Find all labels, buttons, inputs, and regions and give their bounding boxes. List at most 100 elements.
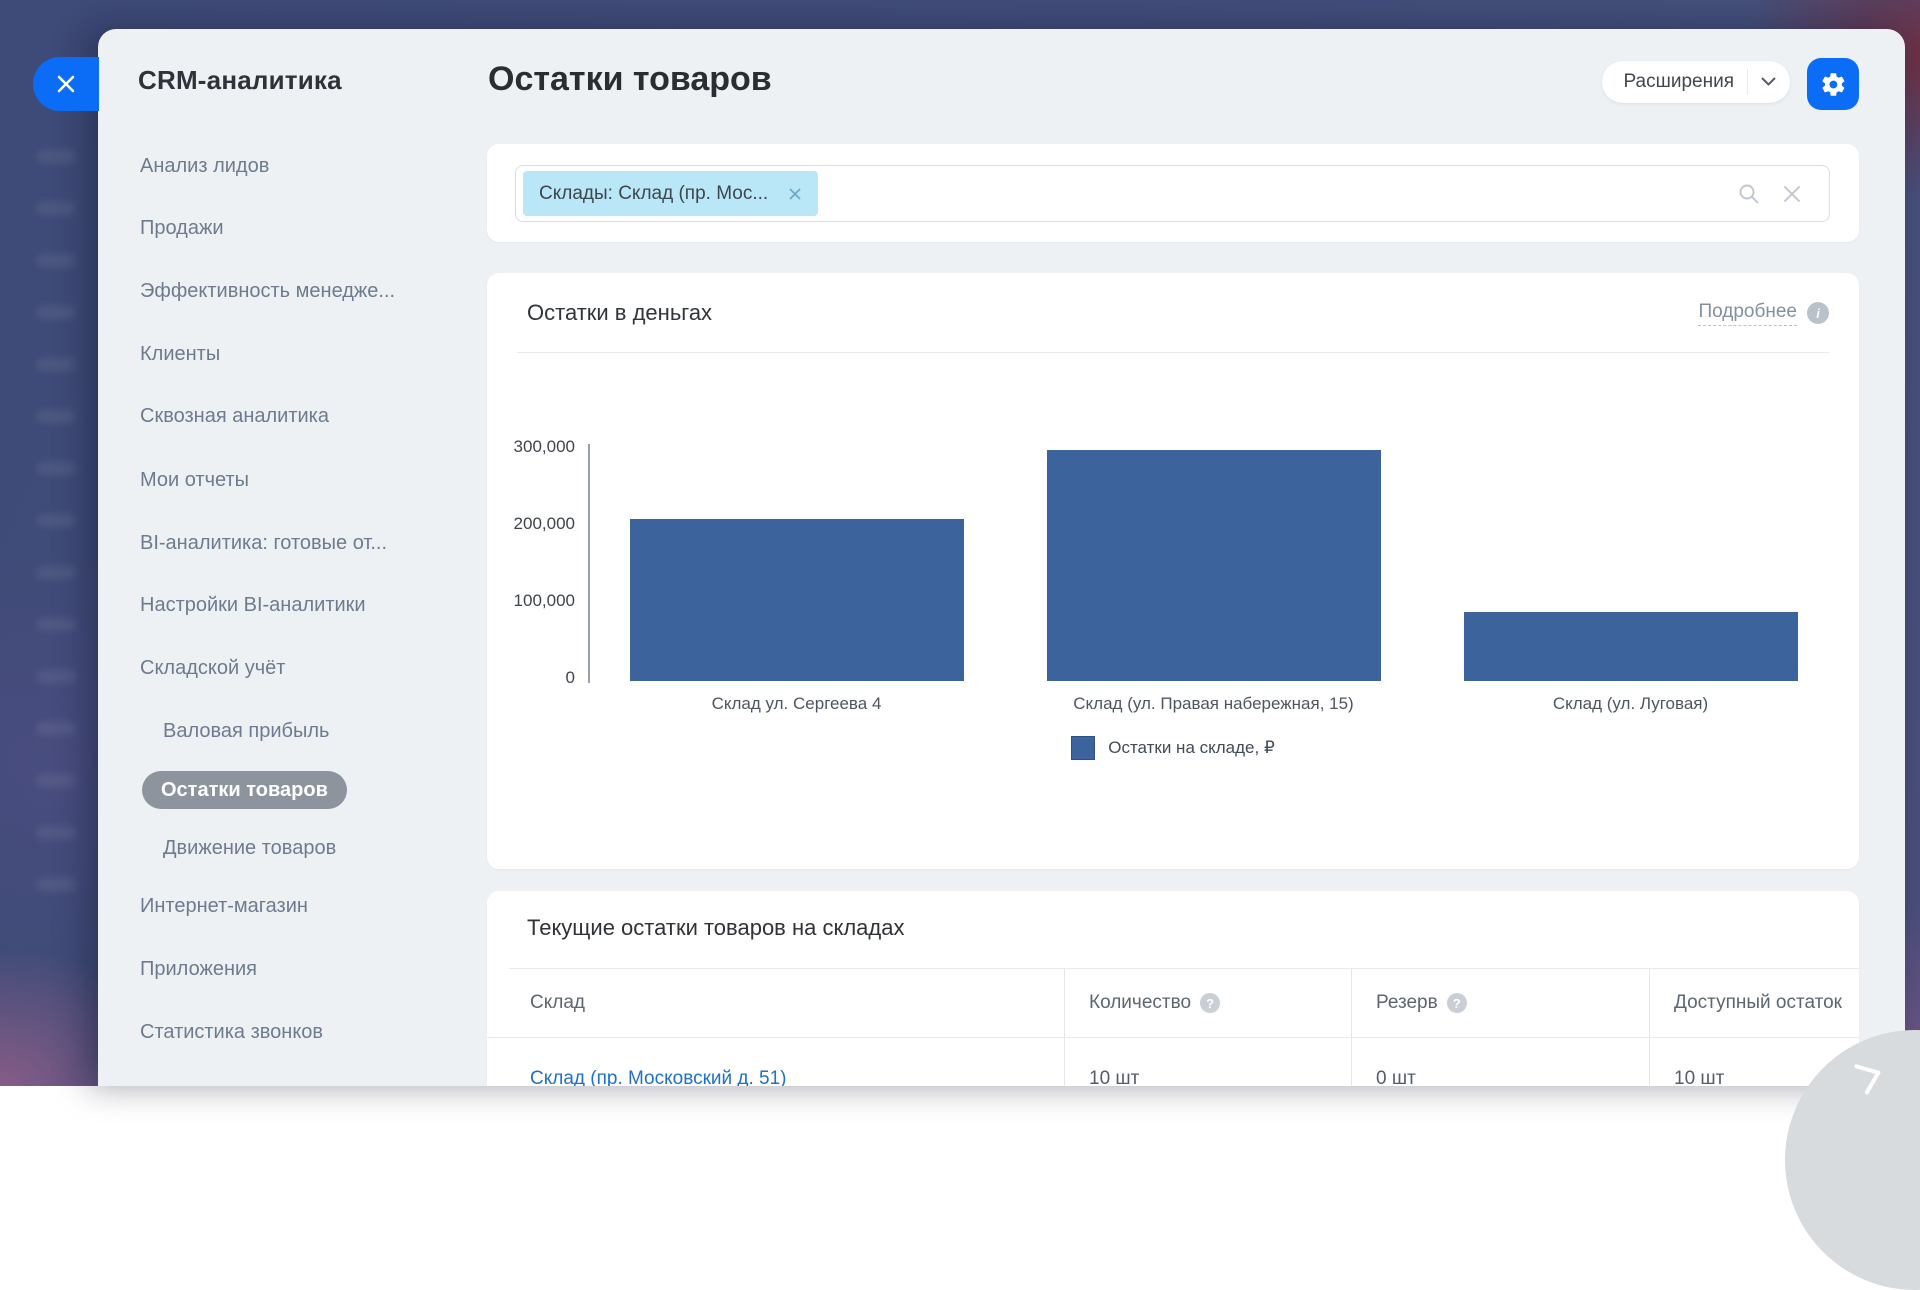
background-blur-blob xyxy=(36,826,76,839)
sidebar-item-label: Продажи xyxy=(140,217,224,240)
bar-chart: 300,000200,000100,0000Склад ул. Сергеева… xyxy=(487,352,1859,869)
sidebar-item-label: Интернет-магазин xyxy=(140,895,308,918)
sidebar-item-мои-отчеты[interactable]: Мои отчеты xyxy=(98,449,443,511)
money-balance-chart-card: Остатки в деньгах Подробнее i 300,000 200… xyxy=(487,273,1859,869)
background-blur-blob xyxy=(36,150,76,163)
legend-swatch xyxy=(1071,736,1095,760)
sidebar-item-label: Валовая прибыль xyxy=(163,720,329,743)
extensions-button-label: Расширения xyxy=(1624,71,1735,93)
remove-tag-icon[interactable] xyxy=(788,187,802,201)
chevron-down-icon xyxy=(1761,77,1776,87)
background-blur-blob xyxy=(36,202,76,215)
info-icon[interactable]: i xyxy=(1807,302,1829,324)
sidebar-item-bi-аналитика-готовые-от-[interactable]: BI-аналитика: готовые от... xyxy=(98,512,443,574)
stock-table: Склад Количество ? Резерв ? Доступный ос… xyxy=(487,969,1859,1086)
sidebar-item-label: Статистика звонков xyxy=(140,1021,323,1044)
chart-card-title: Остатки в деньгах xyxy=(527,300,712,326)
table-row-reserve-cell: 0 шт xyxy=(1352,1038,1650,1086)
background-blur-blob xyxy=(36,306,76,319)
sidebar-item-label: Мои отчеты xyxy=(140,469,249,492)
sidebar-item-label: BI-аналитика: готовые от... xyxy=(140,532,387,555)
help-icon[interactable]: ? xyxy=(1447,993,1467,1013)
crm-analytics-panel: CRM-аналитика Анализ лидовПродажиЭффекти… xyxy=(98,29,1905,1086)
background-blur-blob xyxy=(36,670,76,683)
bar-3 xyxy=(1464,612,1798,681)
sidebar-item-продажи[interactable]: Продажи xyxy=(98,197,443,259)
sidebar-item-клиенты[interactable]: Клиенты xyxy=(98,323,443,385)
category-label: Склад (ул. Правая набережная, 15) xyxy=(1005,693,1422,723)
current-stock-table-card: Текущие остатки товаров на складах Склад… xyxy=(487,891,1859,1086)
extensions-button[interactable]: Расширения xyxy=(1602,61,1791,103)
column-header-quantity: Количество ? xyxy=(1065,969,1352,1038)
y-axis-tick: 100,000 xyxy=(487,589,575,613)
sidebar-item-label: Клиенты xyxy=(140,343,220,366)
button-divider xyxy=(1747,69,1748,95)
background-blur-blob xyxy=(36,254,76,267)
background-blur-blob xyxy=(36,774,76,787)
filter-search-field[interactable]: Склады: Склад (пр. Мос... xyxy=(515,165,1830,222)
sidebar-item-анализ-лидов[interactable]: Анализ лидов xyxy=(98,135,443,197)
chart-legend: Остатки на складе, ₽ xyxy=(487,736,1859,760)
y-axis-tick: 300,000 xyxy=(487,435,575,459)
background-blur-blob xyxy=(36,462,76,475)
header-actions: Расширения xyxy=(1602,58,1860,110)
background-blur-blob xyxy=(36,514,76,527)
filter-field-icons xyxy=(1737,182,1809,206)
category-label: Склад (ул. Луговая) xyxy=(1422,693,1839,723)
column-header-reserve: Резерв ? xyxy=(1352,969,1650,1038)
page-title: Остатки товаров xyxy=(488,60,772,99)
sidebar-item-label: Складской учёт xyxy=(140,657,285,680)
sidebar: CRM-аналитика Анализ лидовПродажиЭффекти… xyxy=(98,29,487,1086)
background-blur-blob xyxy=(36,722,76,735)
y-axis-tick: 200,000 xyxy=(487,512,575,536)
filter-tag-warehouses[interactable]: Склады: Склад (пр. Мос... xyxy=(523,171,818,216)
help-icon[interactable]: ? xyxy=(1200,993,1220,1013)
column-header-available: Доступный остаток xyxy=(1650,969,1859,1038)
clear-search-icon[interactable] xyxy=(1781,183,1803,205)
bar-1 xyxy=(630,519,964,681)
sidebar-item-остатки-товаров[interactable]: Остатки товаров xyxy=(98,759,443,821)
sidebar-item-label: Остатки товаров xyxy=(142,771,347,809)
column-header-warehouse: Склад xyxy=(487,969,1065,1038)
sidebar-item-label: Настройки BI-аналитики xyxy=(140,594,366,617)
sidebar-item-label: Анализ лидов xyxy=(140,155,269,178)
warehouse-link[interactable]: Склад (пр. Московский д. 51) xyxy=(530,1068,787,1086)
close-icon xyxy=(54,72,78,96)
sidebar-item-приложения[interactable]: Приложения xyxy=(98,938,443,1000)
sidebar-item-движение-товаров[interactable]: Движение товаров xyxy=(98,817,443,879)
filter-card: Склады: Склад (пр. Мос... xyxy=(487,144,1859,242)
chevron-right-icon xyxy=(1849,1054,1890,1099)
main-content: Остатки товаров Расширения Склады: Склад… xyxy=(487,29,1859,1086)
sidebar-item-label: Приложения xyxy=(140,958,257,981)
sidebar-item-label: Эффективность менедже... xyxy=(140,280,395,303)
y-axis-line xyxy=(588,444,590,683)
legend-label: Остатки на складе, ₽ xyxy=(1108,738,1275,758)
sidebar-item-интернет-магазин[interactable]: Интернет-магазин xyxy=(98,875,443,937)
filter-tag-label: Склады: Склад (пр. Мос... xyxy=(539,183,768,205)
gear-icon xyxy=(1820,71,1847,98)
sidebar-item-эффективность-менедже-[interactable]: Эффективность менедже... xyxy=(98,260,443,322)
sidebar-item-статистика-звонков[interactable]: Статистика звонков xyxy=(98,1001,443,1063)
search-icon[interactable] xyxy=(1737,182,1761,206)
sidebar-item-label: Сквозная аналитика xyxy=(140,405,329,428)
close-panel-button[interactable] xyxy=(33,57,99,111)
details-link[interactable]: Подробнее xyxy=(1698,301,1797,326)
table-row-quantity-cell: 10 шт xyxy=(1065,1038,1352,1086)
sidebar-item-валовая-прибыль[interactable]: Валовая прибыль xyxy=(98,700,443,762)
sidebar-item-сквозная-аналитика[interactable]: Сквозная аналитика xyxy=(98,385,443,447)
y-axis-tick: 0 xyxy=(487,666,575,690)
settings-button[interactable] xyxy=(1807,58,1859,110)
sidebar-nav: Анализ лидов Продажи Эффективность менедже… xyxy=(98,29,487,1086)
sidebar-item-с[interactable]: С xyxy=(98,1064,443,1086)
background-blur-blob xyxy=(36,358,76,371)
sidebar-item-настройки-bi-аналитики[interactable]: Настройки BI-аналитики xyxy=(98,574,443,636)
background-blur-blob xyxy=(36,618,76,631)
bar-2 xyxy=(1047,450,1381,681)
background-blur-blob xyxy=(36,878,76,891)
sidebar-item-label: Движение товаров xyxy=(163,837,336,860)
background-blur-blob xyxy=(36,410,76,423)
sidebar-item-складской-учёт[interactable]: Складской учёт xyxy=(98,637,443,699)
table-title: Текущие остатки товаров на складах xyxy=(527,915,905,941)
table-row-warehouse-cell: Склад (пр. Московский д. 51) xyxy=(487,1038,1065,1086)
background-blur-blob xyxy=(36,566,76,579)
